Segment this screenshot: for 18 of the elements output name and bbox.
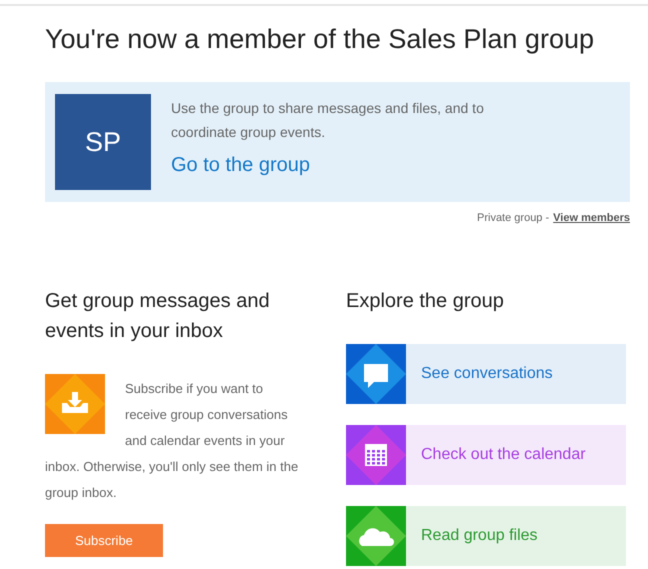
explore-tile[interactable]: Read group files [346,506,626,566]
subscribe-button[interactable]: Subscribe [45,524,163,557]
explore-heading: Explore the group [346,289,505,314]
explore-tile[interactable]: See conversations [346,344,626,404]
inbox-download-icon [45,374,105,434]
cloud-icon [346,506,406,566]
subscribe-heading: Get group messages and events in your inbox [45,289,271,344]
privacy-label: Private group - [477,212,550,224]
subscribe-description: inbox. Otherwise, you'll only see them in the group inbox. [45,458,300,502]
explore-tile[interactable]: Check out the calendar [346,425,626,485]
subscribe-description: Subscribe if you want to receive group conversations and calendar events in your [125,380,289,450]
group-description: Use the group to share messages and files, and to coordinate group events. [171,99,485,142]
page-title: You're now a member of the Sales Plan group [45,23,595,56]
calendar-icon [346,425,406,485]
view-members-link[interactable]: View members [553,212,630,224]
group-initials-tile: SP [55,94,151,190]
go-to-group-link[interactable]: Go to the group [171,154,551,177]
chat-bubble-icon [346,344,406,404]
